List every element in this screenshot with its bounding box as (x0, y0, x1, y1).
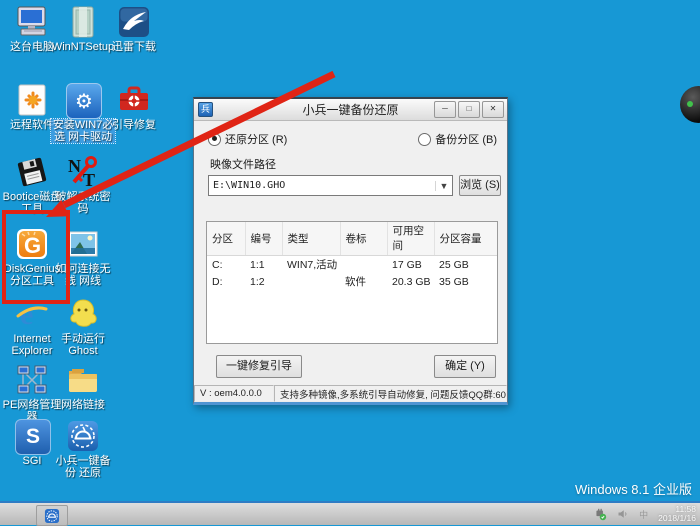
desktop-icon-xiaobing-backup[interactable]: 小兵一键备份 还原 (51, 419, 115, 479)
repair-boot-button[interactable]: 一键修复引导 (216, 355, 302, 378)
taskbar-app-xiaobing[interactable] (36, 505, 68, 526)
partition-table[interactable]: 分区编号 类型卷标 可用空间分区容量 C:1:1 WIN7,活动 17 GB25… (206, 221, 498, 344)
boot-repair-toolbox-icon (117, 83, 151, 117)
desktop-icon-crack-password[interactable]: NT 破解系统密码 (51, 155, 115, 215)
xiaobing-icon (66, 419, 100, 453)
taskbar-clock[interactable]: 11:58 2018/1/16 (658, 505, 696, 523)
image-path-combobox[interactable]: E:\WIN10.GHO ▼ (208, 175, 453, 196)
version-text: V : oem4.0.0.0 (194, 385, 274, 402)
network-manager-icon (15, 363, 49, 397)
xiaobing-icon (44, 508, 60, 524)
system-tray[interactable]: 中 11:58 2018/1/16 (594, 503, 696, 525)
ghost-icon (66, 297, 100, 331)
desktop-icon-thunder[interactable]: 迅雷下载 (102, 5, 166, 53)
table-row[interactable]: D:1:2 软件 20.3 GB35 GB (207, 273, 497, 290)
minimize-button[interactable]: ─ (434, 101, 456, 118)
folder-icon (66, 363, 100, 397)
svg-text:T: T (83, 170, 95, 189)
svg-text:N: N (68, 156, 81, 176)
backup-restore-dialog: 兵 小兵一键备份还原 ─ □ ✕ 还原分区 (R) 备份分区 (B) 映像文件路… (193, 97, 508, 405)
input-method-indicator[interactable]: 中 (639, 508, 648, 521)
remote-software-icon (15, 83, 49, 117)
table-header-row: 分区编号 类型卷标 可用空间分区容量 (207, 222, 497, 256)
status-dot (687, 101, 693, 107)
maximize-button[interactable]: □ (458, 101, 480, 118)
os-watermark: Windows 8.1 企业版 (575, 479, 692, 498)
browse-button[interactable]: 浏览 (S) (459, 175, 501, 196)
volume-icon[interactable] (617, 508, 629, 520)
sgi-icon: S (15, 419, 49, 453)
ok-button[interactable]: 确定 (Y) (434, 355, 496, 378)
restore-partition-label: 还原分区 (R) (225, 131, 287, 147)
backup-partition-label: 备份分区 (B) (435, 131, 497, 147)
floating-assistant-ball[interactable] (680, 86, 700, 123)
thunder-icon (117, 5, 151, 39)
dialog-statusbar: V : oem4.0.0.0 支持多种镜像,多系统引导自动修复, 问题反馈QQ群… (194, 385, 507, 402)
taskbar[interactable]: 中 11:58 2018/1/16 (0, 501, 700, 525)
computer-icon (15, 5, 49, 39)
highlight-box (2, 210, 70, 304)
desktop-icon-run-ghost[interactable]: 手动运行 Ghost (51, 297, 115, 357)
restore-partition-radio[interactable] (208, 133, 221, 146)
winntsetup-icon (66, 5, 100, 39)
desktop-icon-boot-repair[interactable]: 引导修复 (102, 83, 166, 131)
status-info-text: 支持多种镜像,多系统引导自动修复, 问题反馈QQ群:606616468 (274, 385, 507, 402)
floppy-disk-icon (15, 155, 49, 189)
photo-icon (66, 227, 100, 261)
table-row[interactable]: C:1:1 WIN7,活动 17 GB25 GB (207, 256, 497, 274)
nt-password-key-icon: NT (66, 155, 100, 189)
backup-partition-radio[interactable] (418, 133, 431, 146)
chevron-down-icon[interactable]: ▼ (435, 181, 452, 191)
desktop-icon-network-links[interactable]: 网络链接 (51, 363, 115, 411)
close-button[interactable]: ✕ (482, 101, 504, 118)
image-path-value: E:\WIN10.GHO (209, 180, 435, 191)
dialog-titlebar[interactable]: 兵 小兵一键备份还原 ─ □ ✕ (194, 99, 507, 121)
safely-remove-icon[interactable] (594, 508, 607, 521)
gear-installer-icon: ⚙ (66, 83, 100, 117)
image-path-label: 映像文件路径 (210, 156, 507, 172)
desktop: { "desktop": { "background_color": "#179… (0, 0, 700, 525)
